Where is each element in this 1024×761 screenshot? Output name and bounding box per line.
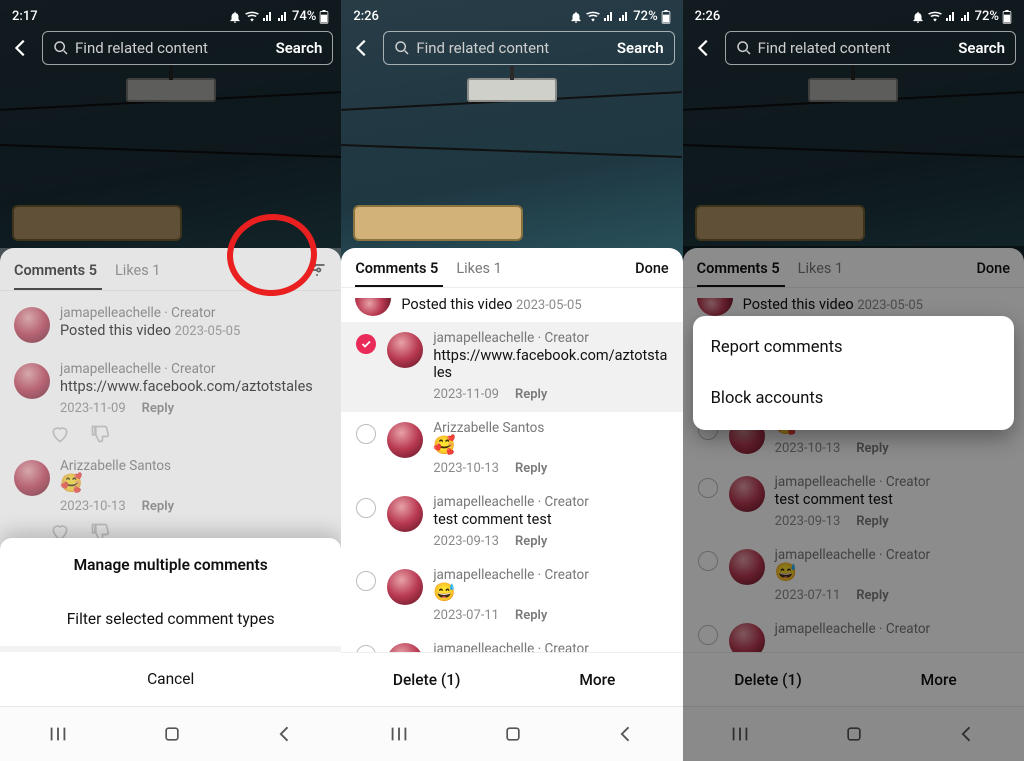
search-icon xyxy=(394,40,410,56)
search-box[interactable]: Find related content Search xyxy=(725,31,1016,65)
status-bar: 2:17 74% xyxy=(0,0,341,26)
signal-icon-2 xyxy=(960,11,972,23)
bottom-bar: Delete (1) More xyxy=(341,652,682,706)
clock: 2:17 xyxy=(12,9,38,24)
search-icon xyxy=(53,40,69,56)
back-button[interactable] xyxy=(691,35,717,61)
delete-button[interactable]: Delete (1) xyxy=(341,653,512,706)
screenshot-3: 2:26 72% Find related content Search xyxy=(683,0,1024,761)
battery-icon xyxy=(661,10,671,24)
checkbox[interactable] xyxy=(355,424,377,444)
report-comments-button[interactable]: Report comments xyxy=(693,322,1014,373)
reply-button[interactable]: Reply xyxy=(515,608,547,623)
back-button[interactable] xyxy=(8,35,34,61)
reply-button[interactable]: Reply xyxy=(515,387,547,402)
recents-icon[interactable] xyxy=(47,723,69,745)
search-icon xyxy=(736,40,752,56)
list-item[interactable]: jamapelleachelle · Creator test comment … xyxy=(341,486,682,559)
status-bar: 2:26 72% xyxy=(341,0,682,26)
search-row: Find related content Search xyxy=(341,26,682,70)
search-placeholder: Find related content xyxy=(758,39,953,57)
block-accounts-button[interactable]: Block accounts xyxy=(693,373,1014,424)
clock: 2:26 xyxy=(695,9,721,24)
avatar[interactable] xyxy=(387,569,423,605)
list-item[interactable]: Arizzabelle Santos 🥰 2023-10-13Reply xyxy=(341,412,682,486)
battery-pct: 74% xyxy=(292,9,316,24)
search-submit[interactable]: Search xyxy=(958,39,1005,57)
recents-icon[interactable] xyxy=(388,723,410,745)
battery-pct: 72% xyxy=(975,9,999,24)
done-button[interactable]: Done xyxy=(635,260,669,277)
battery-pct: 72% xyxy=(633,9,657,24)
avatar[interactable] xyxy=(387,496,423,532)
tab-comments[interactable]: Comments 5 xyxy=(355,260,438,277)
search-box[interactable]: Find related content Search xyxy=(42,31,333,65)
filter-types-button[interactable]: Filter selected comment types xyxy=(0,592,341,646)
signal-icon xyxy=(945,11,957,23)
home-icon[interactable] xyxy=(162,724,182,744)
back-icon[interactable] xyxy=(616,724,636,744)
signal-icon-2 xyxy=(618,11,630,23)
status-bar: 2:26 72% xyxy=(683,0,1024,26)
android-navbar xyxy=(341,706,682,761)
reply-button[interactable]: Reply xyxy=(515,534,547,549)
tab-likes[interactable]: Likes 1 xyxy=(456,260,501,277)
list-item[interactable]: jamapelleachelle · Creator 😅 2023-07-11R… xyxy=(341,559,682,633)
back-button[interactable] xyxy=(349,35,375,61)
signal-icon xyxy=(262,11,274,23)
list-item: Posted this video 2023-05-05 xyxy=(341,294,682,322)
checkbox[interactable] xyxy=(355,571,377,591)
avatar[interactable] xyxy=(355,298,391,316)
avatar[interactable] xyxy=(387,422,423,458)
action-sheet: Manage multiple comments Filter selected… xyxy=(0,538,341,706)
screenshot-2: 2:26 72% Find related content Search xyxy=(341,0,682,761)
search-row: Find related content Search xyxy=(0,26,341,70)
sheet-tabs: Comments 5 Likes 1 Done xyxy=(341,248,682,277)
alarm-icon xyxy=(228,10,242,24)
signal-icon-2 xyxy=(277,11,289,23)
wifi-icon xyxy=(245,10,259,24)
context-menu: Report comments Block accounts xyxy=(693,316,1014,430)
android-navbar xyxy=(0,706,341,761)
manage-comments-button[interactable]: Manage multiple comments xyxy=(0,538,341,592)
signal-icon xyxy=(603,11,615,23)
more-button[interactable]: More xyxy=(512,653,683,706)
avatar[interactable] xyxy=(387,332,423,368)
battery-icon xyxy=(1002,10,1012,24)
search-placeholder: Find related content xyxy=(75,39,270,57)
cancel-button[interactable]: Cancel xyxy=(0,646,341,706)
search-row: Find related content Search xyxy=(683,26,1024,70)
search-submit[interactable]: Search xyxy=(617,39,664,57)
alarm-icon xyxy=(569,10,583,24)
home-icon[interactable] xyxy=(503,724,523,744)
clock: 2:26 xyxy=(353,9,379,24)
search-box[interactable]: Find related content Search xyxy=(383,31,674,65)
alarm-icon xyxy=(911,10,925,24)
checkbox[interactable] xyxy=(355,498,377,518)
back-icon[interactable] xyxy=(275,724,295,744)
checkbox[interactable] xyxy=(355,334,377,354)
wifi-icon xyxy=(928,10,942,24)
search-placeholder: Find related content xyxy=(416,39,611,57)
search-submit[interactable]: Search xyxy=(276,39,323,57)
list-item-selected[interactable]: jamapelleachelle · Creator https://www.f… xyxy=(341,322,682,412)
wifi-icon xyxy=(586,10,600,24)
battery-icon xyxy=(319,10,329,24)
screenshot-1: 2:17 74% Find related content Search xyxy=(0,0,341,761)
reply-button[interactable]: Reply xyxy=(515,461,547,476)
